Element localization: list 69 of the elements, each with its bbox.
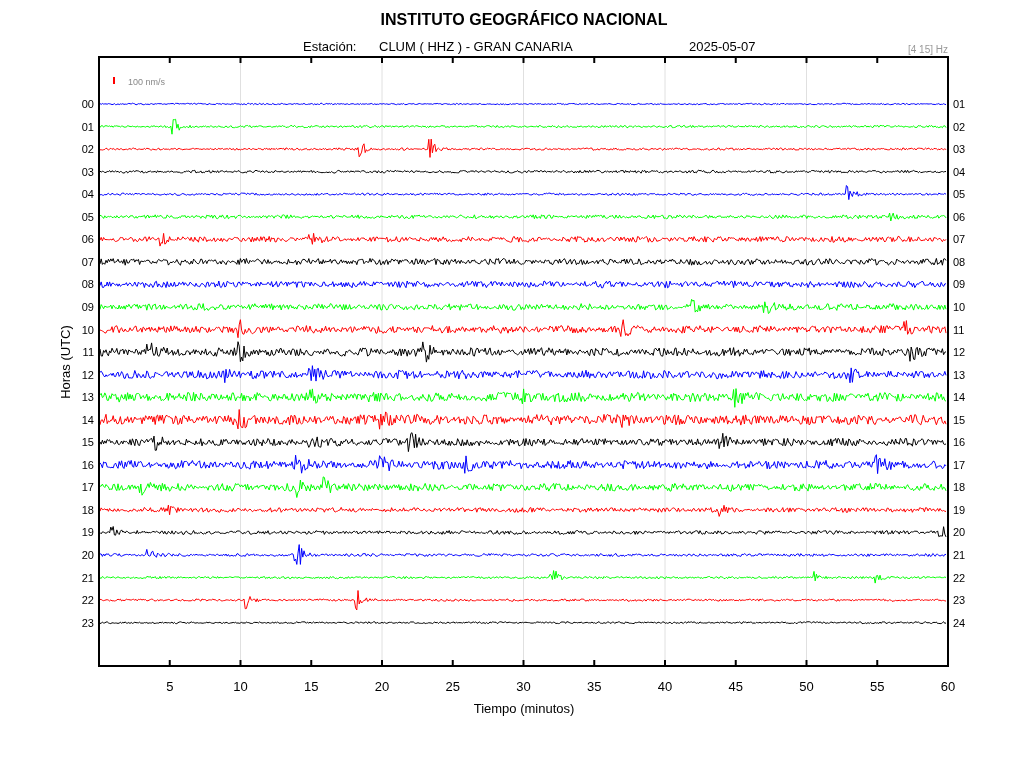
hour-label: 22 [81,594,94,607]
hour-label: 06 [81,233,94,246]
x-tick-label: 30 [516,679,531,694]
hour-label: 08 [81,278,94,291]
station-name: CLUM ( HHZ ) - GRAN CANARIA [379,39,573,54]
hour-label: 16 [81,458,94,471]
station-label: Estación: [303,39,357,54]
x-axis-label: Tiempo (minutos) [473,701,575,716]
hour-label: 17 [953,458,966,471]
hour-label: 19 [81,526,94,539]
hour-label: 15 [81,436,94,449]
hour-label: 14 [81,413,94,426]
hour-label: 04 [953,165,966,178]
hour-label: 20 [953,526,966,539]
scale-bar-icon [113,77,115,84]
x-tick-label: 35 [587,679,602,694]
hour-label: 05 [81,210,94,223]
hour-label: 09 [953,278,966,291]
date-label: 2025-05-07 [689,39,756,54]
hour-label: 04 [81,188,94,201]
x-tick-label: 40 [657,679,673,694]
hour-label: 12 [81,368,94,381]
hour-label: 13 [81,391,94,404]
x-tick-label: 45 [728,679,743,694]
hour-label: 01 [81,120,94,133]
x-tick-label: 20 [374,679,390,694]
hour-label: 23 [81,616,94,629]
x-tick-label: 60 [940,679,956,694]
hour-label: 02 [953,120,966,133]
hour-label: 12 [953,346,966,359]
hour-label: 23 [953,594,966,607]
hour-label: 21 [81,571,94,584]
hour-label: 10 [81,323,94,336]
hour-label: 09 [81,300,94,313]
hour-label: 00 [81,98,94,110]
hour-label: 03 [81,165,94,178]
x-tick-label: 10 [233,679,248,694]
hour-label: 03 [953,143,966,156]
hour-label: 17 [81,481,94,494]
hour-label: 06 [953,210,966,223]
hour-label: 08 [953,255,966,268]
hour-label: 14 [953,391,966,404]
hour-label: 11 [953,323,965,336]
x-tick-label: 15 [304,679,319,694]
chart-title: INSTITUTO GEOGRÁFICO NACIONAL [380,11,668,28]
x-tick-label: 25 [445,679,460,694]
hour-label: 02 [81,143,94,156]
hour-label: 18 [81,503,94,516]
hour-label: 19 [953,503,966,516]
filter-label: [4 15] Hz [907,44,948,55]
hour-label: 18 [953,481,966,494]
hour-label: 11 [82,346,94,359]
hour-label: 16 [953,436,966,449]
x-tick-label: 5 [166,679,174,694]
hour-label: 20 [81,549,94,561]
hour-label: 07 [81,255,94,268]
hour-label: 21 [953,549,966,561]
hour-label: 15 [953,413,966,426]
hour-label: 24 [953,616,966,629]
hour-label: 22 [953,571,966,584]
hour-label: 05 [953,188,966,201]
hour-label: 07 [953,233,966,246]
hour-label: 10 [953,300,966,313]
hour-label: 01 [953,98,966,110]
scale-label: 100 nm/s [128,77,166,87]
hour-label: 13 [953,368,966,381]
x-tick-label: 55 [870,679,885,694]
x-tick-label: 50 [799,679,814,694]
y-axis-label: Horas (UTC) [58,325,73,399]
